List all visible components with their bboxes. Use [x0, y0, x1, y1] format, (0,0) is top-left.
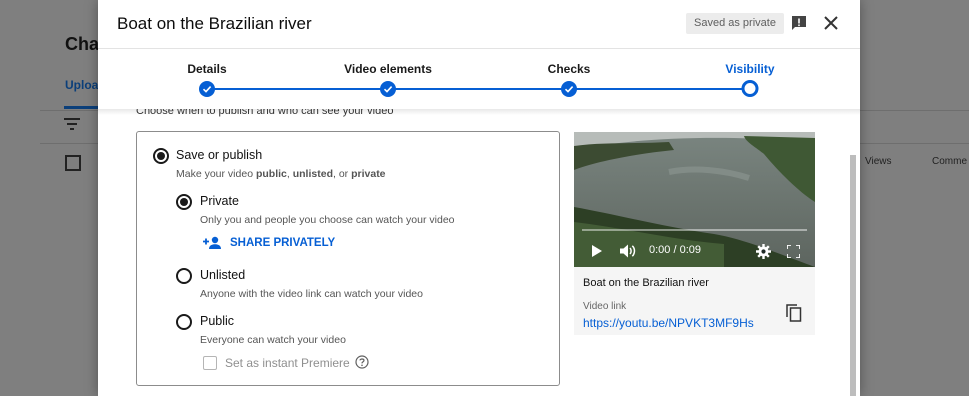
video-link[interactable]: https://youtu.be/NPVKT3MF9Hs [583, 316, 754, 330]
add-person-icon [203, 236, 221, 249]
play-icon[interactable] [591, 245, 603, 257]
filter-icon [64, 118, 80, 130]
column-views: Views [865, 156, 892, 167]
save-or-publish-card: Save or publish Make your video public, … [136, 131, 560, 386]
video-title: Boat on the Brazilian river [583, 277, 709, 289]
step-details-check-icon[interactable] [199, 81, 215, 97]
video-details-card: Boat on the Brazilian river Video link h… [574, 267, 815, 335]
public-desc: Everyone can watch your video [200, 334, 346, 346]
private-desc: Only you and people you choose can watch… [200, 214, 455, 226]
copy-icon[interactable] [786, 304, 802, 322]
public-label: Public [200, 314, 235, 328]
desc-private: private [351, 168, 386, 180]
share-privately-label: SHARE PRIVATELY [230, 237, 336, 249]
step-checks-label[interactable]: Checks [548, 62, 591, 76]
desc-public: public [255, 168, 287, 180]
private-radio[interactable] [176, 194, 192, 210]
share-privately-button[interactable]: SHARE PRIVATELY [203, 235, 335, 251]
section-intro: Choose when to publish and who can see y… [136, 105, 394, 117]
desc-text: Make your video [176, 168, 256, 180]
step-visibility-current-dot[interactable] [741, 80, 759, 97]
private-label: Private [200, 194, 239, 208]
video-time: 0:00 / 0:09 [649, 244, 701, 256]
video-link-label: Video link [583, 301, 627, 312]
dialog-title: Boat on the Brazilian river [117, 14, 312, 33]
settings-gear-icon[interactable] [756, 244, 771, 259]
save-or-publish-radio[interactable] [153, 148, 169, 164]
close-icon[interactable] [822, 14, 840, 32]
step-video-elements-label[interactable]: Video elements [344, 62, 432, 76]
instant-premiere-label: Set as instant Premiere [225, 356, 350, 370]
visibility-dialog: Boat on the Brazilian river Saved as pri… [98, 0, 860, 396]
channel-content-title: Cha [65, 34, 100, 54]
scrollbar[interactable] [850, 155, 856, 396]
desc-text: , or [333, 168, 352, 180]
stepper-line [207, 88, 750, 90]
save-or-publish-label: Save or publish [176, 148, 263, 162]
video-progress-bar[interactable] [582, 229, 807, 231]
help-icon[interactable] [355, 355, 369, 369]
public-radio[interactable] [176, 314, 192, 330]
step-checks-check-icon[interactable] [561, 81, 577, 97]
desc-unlisted: unlisted [292, 168, 333, 180]
feedback-icon[interactable] [790, 14, 808, 32]
saved-status-badge: Saved as private [686, 13, 784, 34]
video-preview[interactable]: 0:00 / 0:09 [574, 132, 815, 267]
column-comments: Comme [932, 156, 968, 167]
instant-premiere-checkbox[interactable] [203, 356, 217, 370]
unlisted-label: Unlisted [200, 268, 246, 282]
step-video-elements-check-icon[interactable] [380, 81, 396, 97]
unlisted-desc: Anyone with the video link can watch you… [200, 288, 423, 300]
save-or-publish-desc: Make your video public, unlisted, or pri… [176, 168, 386, 180]
step-details-label[interactable]: Details [187, 62, 226, 76]
volume-icon[interactable] [620, 244, 636, 258]
fullscreen-icon[interactable] [787, 245, 800, 258]
uploads-tab: Uploa [65, 78, 99, 92]
unlisted-radio[interactable] [176, 268, 192, 284]
header-divider [98, 48, 860, 49]
step-visibility-label[interactable]: Visibility [725, 62, 774, 76]
select-all-checkbox [65, 155, 81, 171]
